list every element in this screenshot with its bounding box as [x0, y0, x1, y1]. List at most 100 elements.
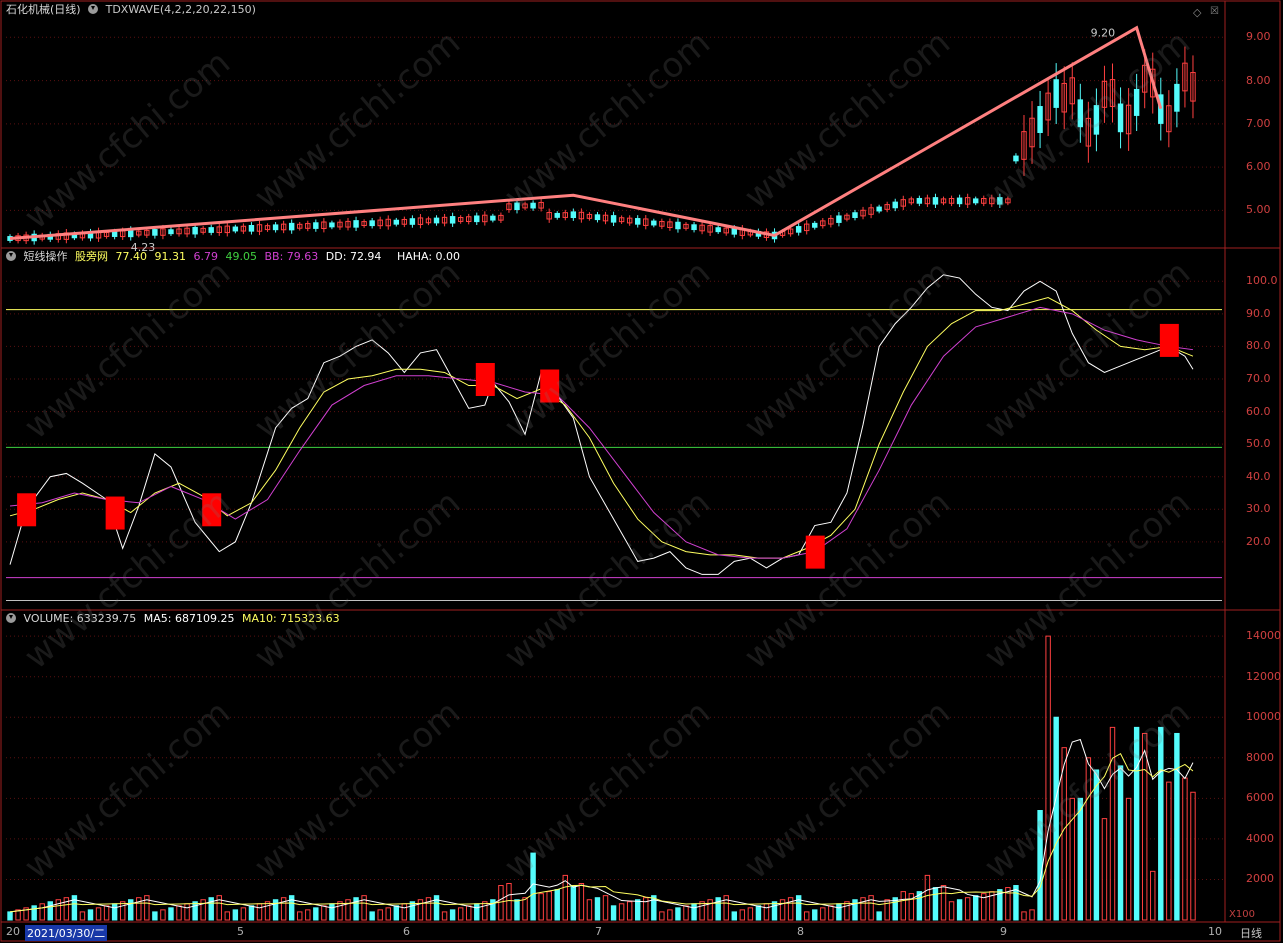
candle-body	[474, 215, 480, 223]
candle-body	[232, 226, 239, 232]
stock-title[interactable]: 石化机械(日线)	[6, 3, 81, 16]
volume-bar	[345, 899, 351, 921]
volume-bar	[337, 901, 343, 921]
volume-bar	[103, 905, 110, 921]
price-tick: 6.00	[1246, 160, 1271, 174]
dropdown-icon[interactable]	[6, 613, 16, 623]
candle-body	[651, 220, 657, 226]
candle-body	[932, 197, 939, 205]
price-tick: 7.00	[1246, 116, 1271, 130]
volume-bar	[1045, 635, 1051, 921]
x-month-label: 7	[595, 925, 602, 938]
ma5-value: MA5: 687109.25	[143, 612, 235, 625]
indicator-title[interactable]: 短线操作	[24, 250, 68, 263]
volume-bar	[417, 899, 424, 921]
ind-tick: 100.0	[1246, 274, 1278, 288]
signal-marker	[17, 493, 37, 527]
value-1: 77.40	[115, 250, 148, 263]
candle-body	[168, 229, 174, 235]
signal-marker	[475, 363, 495, 396]
candle-body	[876, 206, 882, 212]
candle-body	[594, 214, 601, 221]
volume-bar	[747, 907, 754, 921]
candle-body	[812, 222, 818, 228]
selected-date[interactable]: 2021/03/30/二	[25, 925, 108, 941]
volume-bar	[820, 907, 826, 921]
volume-bar	[554, 889, 560, 921]
ind-tick: 80.0	[1246, 339, 1271, 353]
volume-bar	[828, 905, 834, 921]
volume-bar	[1174, 732, 1180, 921]
volume-bar	[932, 887, 939, 921]
vol-tick: 4000	[1246, 831, 1274, 845]
x-month-label: 10	[1208, 925, 1222, 938]
volume-unit: X100	[1229, 909, 1255, 920]
volume-bar	[498, 885, 504, 921]
volume-bar	[329, 903, 335, 921]
volume-bar	[707, 899, 713, 921]
volume-bar	[763, 903, 770, 921]
volume-bar	[441, 911, 448, 921]
volume-bar	[948, 901, 955, 921]
volume-bar	[466, 905, 472, 921]
volume-bar	[128, 899, 134, 921]
volume-bar	[755, 905, 762, 921]
volume-bar	[964, 897, 971, 921]
dropdown-icon[interactable]	[88, 4, 99, 14]
volume-bar	[956, 899, 963, 921]
volume-bar	[779, 899, 786, 921]
volume-bar	[393, 905, 400, 921]
x-month-label: 9	[1000, 925, 1007, 938]
candle-body	[329, 222, 335, 228]
volume-bar	[1101, 818, 1108, 921]
volume-bar	[192, 901, 198, 921]
candle-body	[409, 218, 416, 225]
value-2: 91.31	[154, 250, 187, 263]
candle-body	[795, 226, 802, 233]
volume-bar	[691, 903, 697, 921]
candle-body	[972, 198, 979, 204]
indicator-name[interactable]: TDXWAVE(4,2,2,20,22,150)	[106, 3, 256, 16]
volume-bar	[924, 874, 931, 921]
candle-body	[192, 226, 198, 235]
volume-bar	[812, 909, 818, 921]
volume-bar	[272, 899, 279, 921]
volume-bar	[47, 901, 53, 921]
volume-bar	[1182, 777, 1188, 921]
volume-bar	[803, 911, 810, 921]
volume-bar	[385, 907, 391, 921]
volume-bar	[313, 907, 319, 921]
candle-body	[715, 227, 721, 233]
volume-bar	[876, 911, 882, 921]
volume-bar	[514, 899, 520, 921]
price-tick: 9.00	[1246, 30, 1271, 44]
vol-tick: 14000	[1246, 629, 1281, 643]
volume-bar	[409, 901, 416, 921]
volume-bar	[546, 891, 552, 921]
signal-marker	[1159, 323, 1179, 357]
volume-bar	[506, 883, 512, 921]
diamond-icon[interactable]: ◇	[1193, 6, 1201, 19]
volume-bar	[176, 905, 182, 921]
volume-bar	[683, 905, 689, 921]
volume-bar	[844, 901, 850, 921]
main-header: 石化机械(日线) TDXWAVE(4,2,2,20,22,150)	[6, 2, 260, 18]
close-icon[interactable]: ☒	[1210, 6, 1219, 17]
volume-bar	[55, 899, 62, 921]
volume-bar	[160, 909, 166, 921]
dropdown-icon[interactable]	[6, 251, 16, 261]
candle-body	[554, 212, 560, 218]
candle-body	[248, 224, 255, 232]
volume-bar	[7, 911, 13, 921]
period-label[interactable]: 日线	[1240, 925, 1262, 941]
candle-body	[610, 215, 617, 223]
ind-tick: 90.0	[1246, 306, 1271, 320]
candle-body	[111, 231, 118, 237]
volume-bar	[852, 899, 858, 921]
volume-bar	[578, 883, 585, 921]
candle-body	[313, 222, 319, 229]
candle-body	[288, 222, 295, 231]
volume-bar	[248, 905, 255, 921]
volume-bar	[659, 911, 665, 921]
volume-bar	[610, 905, 617, 921]
